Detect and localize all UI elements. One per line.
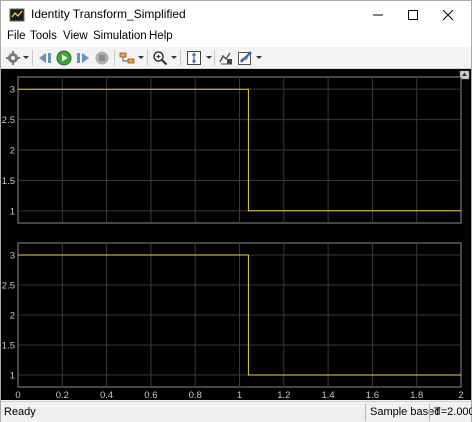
autoscale-button[interactable] — [184, 49, 204, 67]
window-title: Identity Transform_Simplified — [31, 7, 186, 21]
autoscale-dropdown-icon[interactable] — [206, 56, 212, 59]
step-forward-icon — [77, 53, 89, 63]
stop-icon — [95, 51, 109, 65]
maximize-icon — [408, 10, 418, 20]
menu-view[interactable]: View — [63, 30, 88, 42]
toolbar-separator — [180, 50, 181, 66]
zoom-dropdown-icon[interactable] — [171, 56, 177, 59]
step-back-icon — [39, 53, 51, 63]
highlight-icon — [119, 52, 135, 64]
x-tick-label: 1.2 — [277, 390, 290, 400]
highlight-dropdown-icon[interactable] — [138, 56, 144, 59]
y-tick-label: 2 — [10, 146, 15, 157]
cursor-icon — [219, 52, 232, 65]
toolbar-separator — [114, 50, 115, 66]
title-bar: Identity Transform_Simplified — [1, 1, 471, 29]
x-tick-label: 1 — [237, 390, 242, 400]
zoom-icon — [153, 51, 168, 66]
style-dropdown-icon[interactable] — [256, 56, 262, 59]
y-tick-label: 2.5 — [2, 281, 15, 292]
x-tick-label: 1.6 — [366, 390, 379, 400]
style-button[interactable] — [236, 49, 254, 67]
status-bar: Ready Sample based T=2.000 — [1, 401, 472, 422]
status-time: T=2.000 — [429, 404, 472, 421]
y-tick-label: 1 — [10, 371, 15, 382]
menu-simulation[interactable]: Simulation — [93, 30, 147, 42]
plot-area: 1 1.5 2 2.5 3 1 1.5 2 2.5 3 0 0.2 0.4 0.6 0.8 1 1.2 1.4 1.… — [1, 69, 471, 400]
step-forward-button[interactable] — [74, 49, 92, 67]
x-tick-label: 0.2 — [56, 390, 69, 400]
cursor-measure-button[interactable] — [217, 49, 235, 67]
scope-app-icon — [9, 7, 25, 23]
settings-button[interactable] — [4, 49, 22, 67]
toolbar — [1, 47, 471, 69]
y-tick-label: 1 — [10, 206, 15, 217]
y-tick-label: 2 — [10, 311, 15, 322]
zoom-button[interactable] — [151, 49, 169, 67]
autoscale-icon — [187, 51, 201, 65]
y-tick-label: 1.5 — [2, 176, 15, 187]
x-tick-label: 0.6 — [144, 390, 157, 400]
settings-dropdown-icon[interactable] — [23, 56, 29, 59]
step-back-button[interactable] — [36, 49, 54, 67]
minimize-icon — [373, 14, 383, 16]
close-icon — [443, 10, 453, 20]
menu-tools[interactable]: Tools — [30, 30, 57, 42]
toolbar-separator — [147, 50, 148, 66]
y-tick-label: 1.5 — [2, 341, 15, 352]
y-tick-label: 3 — [10, 85, 15, 96]
x-tick-label: 1.8 — [410, 390, 423, 400]
y-tick-label: 3 — [10, 251, 15, 262]
run-button[interactable] — [55, 49, 73, 67]
y-tick-label: 2.5 — [2, 115, 15, 126]
x-tick-label: 1.4 — [321, 390, 334, 400]
close-button[interactable] — [425, 1, 471, 29]
stop-button[interactable] — [93, 49, 111, 67]
scope-window: Identity Transform_Simplified File Tools… — [0, 0, 472, 422]
toolbar-separator — [32, 50, 33, 66]
toolbar-separator — [214, 50, 215, 66]
menu-help[interactable]: Help — [149, 30, 173, 42]
menu-bar: File Tools View Simulation Help — [1, 29, 471, 47]
settings-icon — [6, 51, 20, 65]
status-text: Ready — [4, 406, 36, 418]
x-tick-label: 2 — [458, 390, 463, 400]
menu-file[interactable]: File — [7, 30, 26, 42]
highlight-button[interactable] — [118, 49, 136, 67]
run-icon — [56, 50, 72, 66]
style-icon — [238, 51, 252, 65]
scope-plots: 1 1.5 2 2.5 3 1 1.5 2 2.5 3 0 0.2 0.4 0.6 0.8 1 1.2 1.4 1.… — [2, 70, 470, 400]
x-tick-label: 0.8 — [189, 390, 202, 400]
x-tick-label: 0.4 — [100, 390, 113, 400]
x-tick-label: 0 — [15, 390, 20, 400]
